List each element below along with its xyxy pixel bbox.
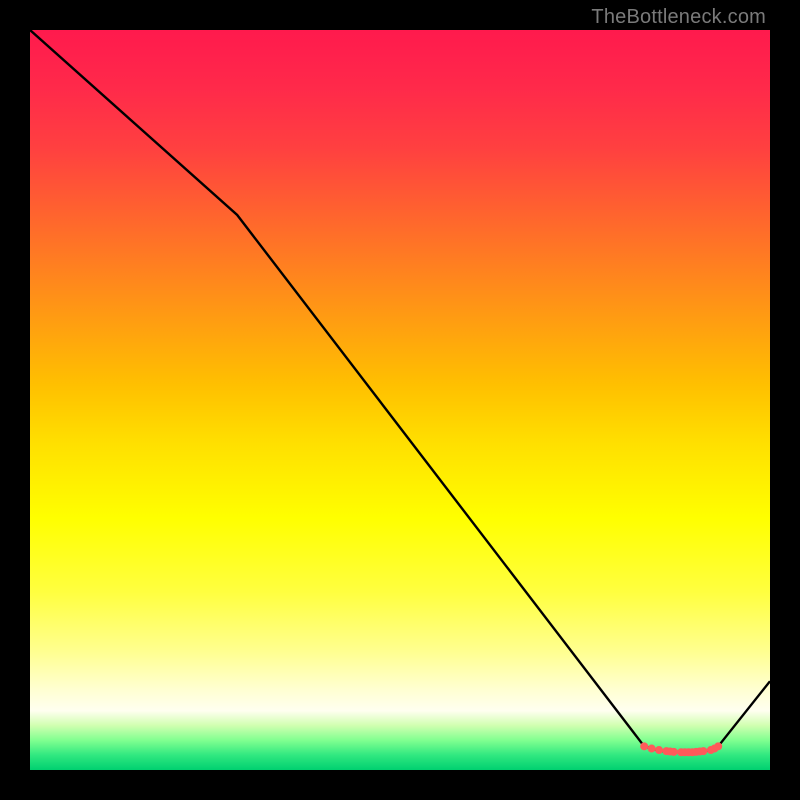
attribution-text: TheBottleneck.com (591, 6, 766, 29)
plot-area (30, 30, 770, 770)
marker-dot (640, 742, 648, 750)
marker-dot (670, 748, 678, 756)
marker-dot (699, 747, 707, 755)
optimal-range-dots (640, 742, 722, 756)
marker-dot (648, 745, 656, 753)
marker-dot (714, 742, 722, 750)
chart-frame: TheBottleneck.com (0, 0, 800, 800)
chart-svg (30, 30, 770, 770)
bottleneck-curve (30, 30, 770, 752)
marker-dot (655, 746, 663, 754)
